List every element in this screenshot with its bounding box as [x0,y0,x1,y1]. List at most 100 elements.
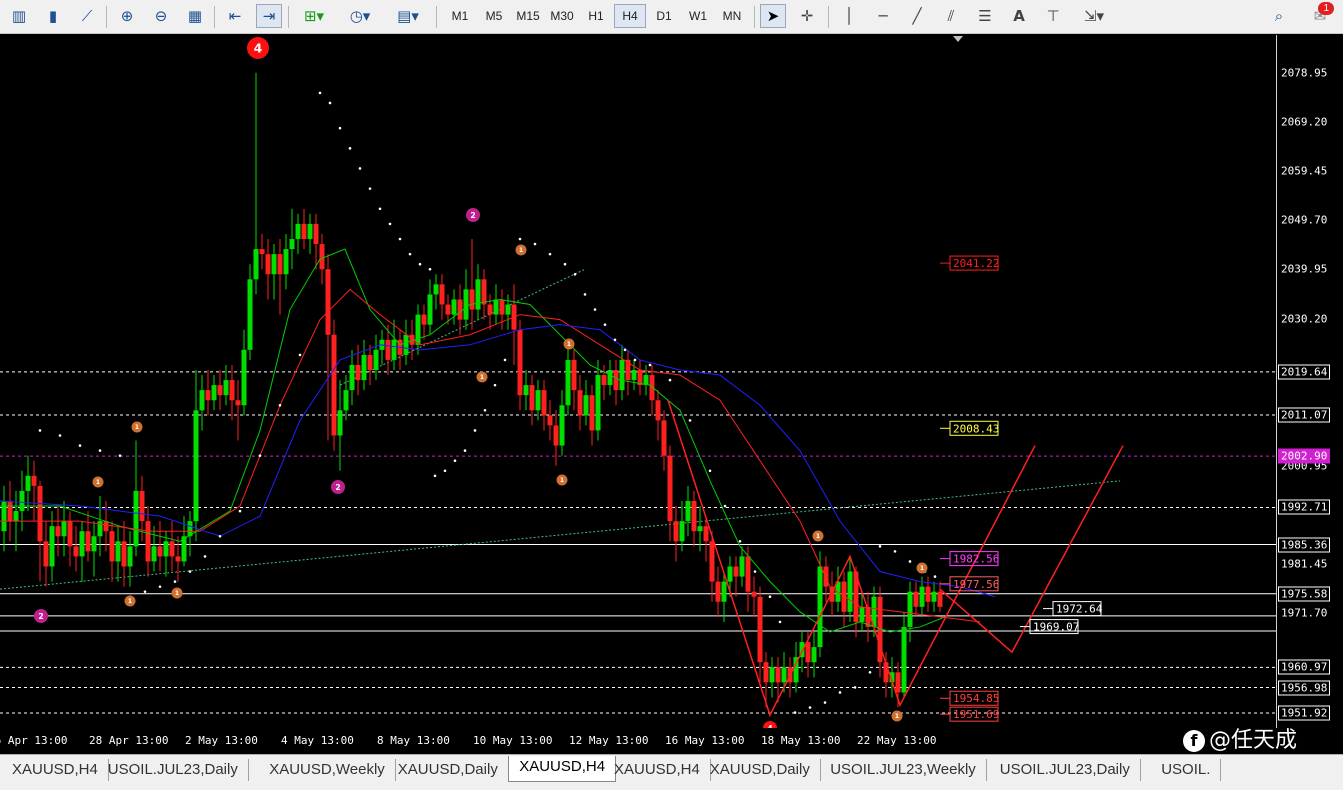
trendline-icon[interactable]: ╱ [904,4,930,28]
chart-tab[interactable]: USOIL. [1151,759,1222,781]
candle-body [253,249,259,280]
time-tick-label: 16 May 13:00 [665,734,745,747]
chart-tab[interactable]: XAUUSD,H4 [2,759,109,781]
candle-body [607,370,613,386]
tile-windows-icon[interactable]: ▦ [182,4,208,28]
time-tick-label: 18 May 13:00 [761,734,841,747]
zoom-out-icon[interactable]: ⊖ [148,4,174,28]
sar-dot [503,358,507,362]
candle-body [403,334,409,355]
timeframe-m30[interactable]: M30 [546,4,578,28]
wave-marker-label: 4 [254,41,262,55]
candle-body [451,299,457,315]
periods-icon[interactable]: ◷▾ [340,4,380,28]
candle-body [1,500,7,532]
horizontal-line-icon[interactable]: ─ [870,4,896,28]
crosshair-icon[interactable]: ✛ [794,4,820,28]
candle-body [175,556,181,562]
sar-dot [723,504,727,508]
candle-body [133,490,139,547]
sar-dot [143,590,147,593]
timeframe-m5[interactable]: M5 [478,4,510,28]
timeframe-mn[interactable]: MN [716,4,748,28]
chart-tab[interactable]: XAUUSD,Daily [700,759,821,781]
candle-body [721,581,727,602]
candle-body [301,223,307,240]
candle-body [217,385,223,396]
price-tick-label: 2078.95 [1281,66,1328,80]
sar-dot [418,262,422,266]
timeframe-m1[interactable]: M1 [444,4,476,28]
vertical-line-icon[interactable]: │ [836,4,862,28]
timeframe-h1[interactable]: H1 [580,4,612,28]
sar-dot [838,691,842,694]
watermark-text: @任天成 [1209,728,1298,753]
sar-dot [368,187,372,190]
notifications-icon[interactable]: ✉ 1 [1300,2,1340,28]
price-chart[interactable]: 42221111111111142041.222008.431982.56197… [0,35,1276,728]
search-icon[interactable]: ⌕ [1266,4,1292,28]
timeframe-d1[interactable]: D1 [648,4,680,28]
chart-tab[interactable]: XAUUSD,H4 [508,756,617,782]
sar-dot [648,363,652,367]
indicators-icon[interactable]: ⊞▾ [296,4,332,28]
price-axis: 2078.95 2069.20 2059.45 2049.70 2039.95 2030.… [1276,35,1343,728]
level-label-text: 1951.69 [953,708,999,721]
candle-body [241,349,247,406]
candle-body [757,596,763,663]
text-label-icon[interactable]: ⊤ [1040,4,1066,28]
candlestick-chart-icon[interactable]: ▮ [40,4,66,28]
cursor-icon[interactable]: ➤ [760,4,786,28]
chart-shift-icon[interactable]: ⇥ [256,4,282,28]
fibonacci-icon[interactable]: ☰ [972,4,998,28]
candle-body [193,410,199,522]
arrows-icon[interactable]: ⇲▾ [1074,4,1114,28]
candle-body [337,410,343,436]
chart-tab[interactable]: XAUUSD,Daily [388,759,509,781]
candle-body [55,526,61,537]
chart-tab[interactable]: USOIL.JUL23,Daily [990,759,1141,781]
candle-body [355,364,361,381]
templates-icon[interactable]: ▤▾ [388,4,428,28]
equidistant-channel-icon[interactable]: ⫽ [938,4,964,28]
candle-body [289,239,295,250]
sar-dot [453,459,457,462]
bar-chart-icon[interactable]: ▥ [6,4,32,28]
timeframe-m15[interactable]: M15 [512,4,544,28]
candle-body [817,566,823,648]
line-chart-icon[interactable]: ⟋ [74,4,100,28]
chart-tab[interactable]: XAUUSD,H4 [604,759,711,781]
chart-tab[interactable]: XAUUSD,Weekly [259,759,396,781]
candle-body [73,546,79,557]
sar-dot [603,323,607,326]
chart-tab[interactable]: USOIL.JUL23,Daily [98,759,249,781]
level-label-text: 1982.56 [953,553,999,566]
timeframe-h4[interactable]: H4 [614,4,646,28]
candle-body [679,521,685,542]
candle-body [385,339,391,360]
candle-body [223,380,229,396]
wave-marker-label: 1 [816,533,820,540]
text-tool-icon[interactable]: A [1006,4,1032,28]
candle-body [931,591,937,602]
candle-body [769,667,775,683]
candle-body [127,546,133,567]
candle-body [481,279,487,305]
candle-body [349,364,355,391]
candle-body [265,254,271,275]
chart-tab[interactable]: USOIL.JUL23,Weekly [820,759,987,781]
candle-body [565,359,571,406]
wave-marker-label: 1 [920,565,924,572]
timeframe-w1[interactable]: W1 [682,4,714,28]
time-tick-label: 26 Apr 13:00 [0,734,68,747]
price-level-label: 2019.64 [1278,364,1331,380]
autoscroll-icon[interactable]: ⇤ [222,4,248,28]
candle-body [445,304,451,315]
candle-body [103,521,109,532]
zoom-in-icon[interactable]: ⊕ [114,4,140,28]
price-level-label: 2011.07 [1278,407,1331,423]
time-tick-label: 12 May 13:00 [569,734,649,747]
sar-dot [473,429,477,432]
sar-dot [98,449,102,452]
sar-dot [548,252,552,256]
